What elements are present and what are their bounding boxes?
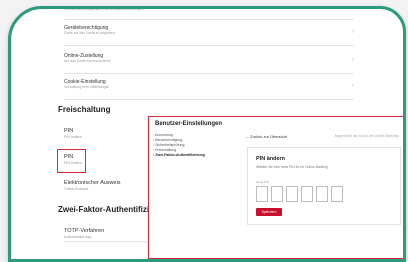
chevron-right-icon: ›: [352, 83, 354, 89]
pin-digit-input[interactable]: [301, 186, 313, 202]
pin-highlight-box: [57, 149, 86, 173]
popup-note: Angemeldet als Kunde des Online-Bankings: [334, 134, 399, 138]
divider: [64, 73, 354, 74]
settings-item-totp[interactable]: TOTP-Verfahren Authenticator App: [64, 228, 104, 240]
back-link[interactable]: Zurück zur Übersicht: [245, 134, 287, 139]
item-subtitle: Gebe auf das Gerät zu zugreifen: [64, 31, 115, 35]
pin-digit-input[interactable]: [331, 186, 343, 202]
device-frame: Ihre Benachrichtigungen und Kontakt-Eins…: [8, 6, 406, 262]
chevron-right-icon: ›: [352, 57, 354, 63]
pin-digit-input[interactable]: [316, 186, 328, 202]
pin-digit-input[interactable]: [271, 186, 283, 202]
settings-item-notifications[interactable]: Ihre Benachrichtigungen und Kontakt-Eins…: [64, 7, 354, 12]
pin-input-label: Neue PIN: [256, 180, 270, 184]
settings-item-electronic-id[interactable]: Elektronischer Ausweis Online-Ausweis: [64, 180, 121, 192]
settings-item-pin[interactable]: PIN PIN ändern: [64, 128, 82, 140]
popup-menu-item-active[interactable]: Zwei-Faktor-Authentifizierung: [153, 153, 205, 158]
save-button[interactable]: Speichern: [256, 208, 282, 216]
settings-item-device-permission[interactable]: Geräteberechtigung Gebe auf das Gerät zu…: [64, 25, 354, 36]
item-title: TOTP-Verfahren: [64, 228, 105, 234]
item-subtitle: Online-Ausweis: [64, 187, 89, 191]
pin-digit-input[interactable]: [256, 186, 268, 202]
popup-menu: Anmeldung Benachrichtigung Sicherheitspr…: [153, 133, 205, 158]
item-subtitle: Authenticator App: [64, 235, 92, 239]
item-subtitle: Auf das Konto kommunizieren: [64, 59, 111, 63]
divider: [64, 99, 354, 100]
chevron-right-icon: ›: [352, 29, 354, 35]
settings-item-cookie[interactable]: Cookie-Einstellung Verwaltung Ihrer Mitt…: [64, 79, 354, 90]
pin-digit-input[interactable]: [286, 186, 298, 202]
item-subtitle: Verwaltung Ihrer Mitteilungen: [64, 85, 110, 89]
section-title-freischaltung: Freischaltung: [58, 105, 111, 114]
popup-title: Benutzer-Einstellungen: [155, 121, 223, 127]
divider: [64, 19, 354, 20]
item-subtitle: PIN ändern: [64, 135, 82, 139]
pin-change-card: PIN ändern Wählen Sie eine neue PIN für …: [247, 147, 401, 225]
item-title: PIN: [64, 128, 74, 134]
divider: [64, 45, 354, 46]
pin-input-group: [256, 186, 343, 202]
item-subtitle: Ihre Benachrichtigungen und Kontakt-Eins…: [64, 7, 144, 11]
settings-popup: Benutzer-Einstellungen Anmeldung Benachr…: [148, 116, 403, 259]
item-title: Elektronischer Ausweis: [64, 180, 121, 186]
pin-card-description: Wählen Sie eine neue PIN für Ihr Online-…: [256, 165, 328, 169]
settings-item-online-delivery[interactable]: Online-Zustellung Auf das Konto kommuniz…: [64, 53, 354, 64]
pin-card-title: PIN ändern: [256, 156, 286, 162]
